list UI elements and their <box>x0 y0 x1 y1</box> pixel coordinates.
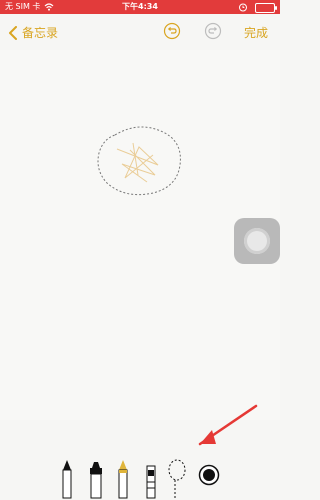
battery-icon <box>255 3 277 13</box>
back-label: 备忘录 <box>22 26 59 40</box>
eraser-icon[interactable] <box>142 458 160 500</box>
assistive-touch-button[interactable] <box>234 218 280 264</box>
status-bar: 无 SIM 卡 下午4:34 <box>0 0 280 14</box>
lasso-selection-icon[interactable] <box>95 125 185 200</box>
back-button[interactable]: 备忘录 <box>8 24 58 41</box>
navigation-bar: 备忘录 完成 <box>0 14 280 50</box>
chevron-left-icon <box>9 25 17 40</box>
redo-icon[interactable] <box>204 22 222 40</box>
marker-icon[interactable] <box>86 458 106 500</box>
pencil-icon[interactable] <box>114 458 132 500</box>
red-arrow-annotation-icon <box>198 404 258 446</box>
done-button[interactable]: 完成 <box>244 24 268 41</box>
pen-icon[interactable] <box>58 458 76 500</box>
undo-icon[interactable] <box>163 22 181 40</box>
alarm-icon <box>239 3 247 12</box>
